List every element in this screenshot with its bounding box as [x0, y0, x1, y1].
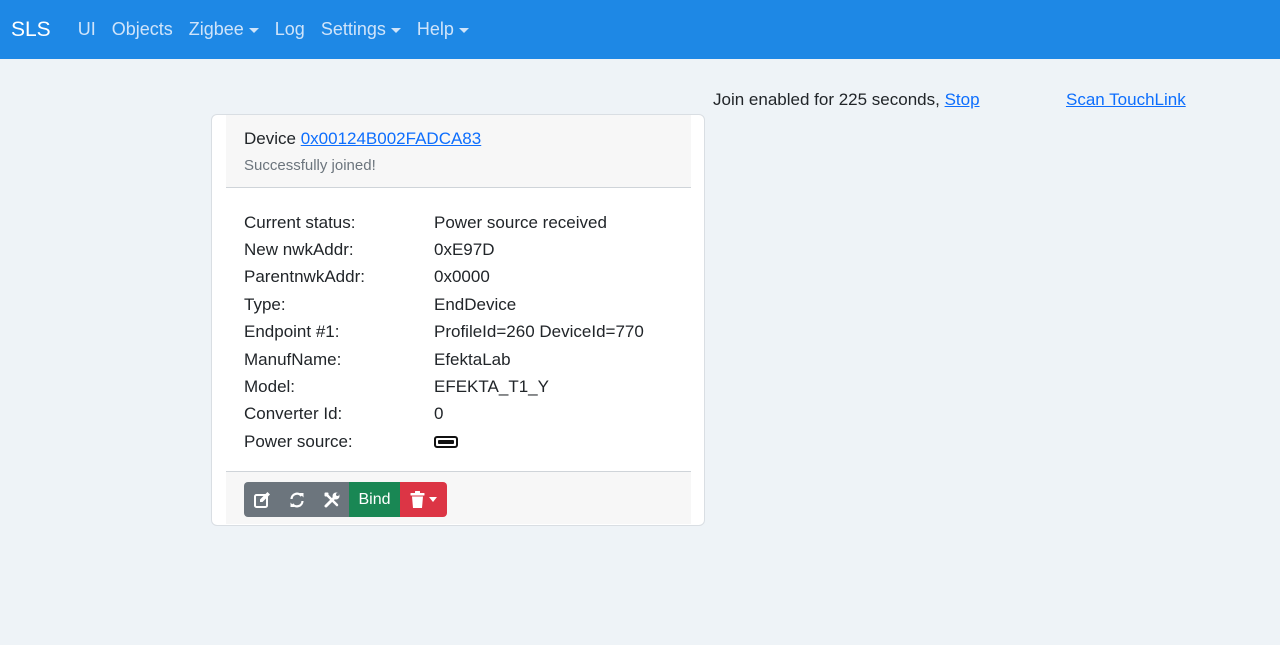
info-row-model: Model: EFEKTA_T1_Y [244, 373, 644, 400]
info-key: ManufName: [244, 349, 342, 369]
device-address-link[interactable]: 0x00124B002FADCA83 [301, 129, 482, 148]
nav-item-help[interactable]: Help [417, 19, 469, 40]
nav-item-label: Zigbee [188, 19, 244, 39]
tools-button[interactable] [314, 482, 349, 517]
device-title: Device 0x00124B002FADCA83 [244, 129, 691, 149]
refresh-button[interactable] [279, 482, 314, 517]
info-row-converter-id: Converter Id: 0 [244, 401, 644, 428]
info-row-current-status: Current status: Power source received [244, 209, 644, 236]
info-key: Converter Id: [244, 404, 343, 424]
caret-down-icon [248, 28, 259, 33]
info-value: 0 [434, 404, 444, 424]
stop-join-link[interactable]: Stop [945, 90, 980, 109]
info-value: 0xE97D [434, 240, 495, 260]
edit-button[interactable] [244, 482, 279, 517]
device-action-buttons: Bind [244, 482, 447, 517]
caret-down-icon [390, 28, 401, 33]
refresh-icon [289, 492, 304, 507]
info-value: EFEKTA_T1_Y [434, 377, 549, 397]
scan-touchlink-link[interactable]: Scan TouchLink [1066, 90, 1186, 110]
device-card: Device 0x00124B002FADCA83 Successfully j… [211, 114, 705, 526]
card-footer: Bind [226, 471, 691, 524]
nav-item-settings[interactable]: Settings [321, 19, 401, 40]
info-key: Model: [244, 377, 296, 397]
info-row-endpoint: Endpoint #1: ProfileId=260 DeviceId=770 [244, 319, 644, 346]
info-value: 0x0000 [434, 267, 490, 287]
nav-item-zigbee[interactable]: Zigbee [189, 19, 259, 40]
card-header: Device 0x00124B002FADCA83 Successfully j… [226, 115, 691, 188]
caret-down-icon [458, 28, 469, 33]
info-row-parent-nwkaddr: ParentnwkAddr: 0x0000 [244, 264, 644, 291]
status-message: Successfully joined! [244, 157, 376, 174]
edit-icon [253, 491, 270, 508]
nav-item-label: Log [274, 19, 305, 39]
info-value: Power source received [434, 212, 607, 232]
tools-icon [324, 492, 339, 507]
delete-dropdown-button[interactable] [400, 482, 447, 517]
info-row-nwkaddr: New nwkAddr: 0xE97D [244, 236, 644, 263]
info-value: EfektaLab [434, 349, 511, 369]
nav-item-label: Objects [111, 19, 173, 39]
bind-button[interactable]: Bind [349, 482, 400, 517]
info-row-type: Type: EndDevice [244, 291, 644, 318]
info-key: Power source: [244, 431, 353, 451]
trash-icon [410, 491, 425, 508]
join-status: Join enabled for 225 seconds, Stop [713, 90, 980, 110]
info-key: Current status: [244, 212, 356, 232]
info-row-manufname: ManufName: EfektaLab [244, 346, 644, 373]
nav-item-ui[interactable]: UI [78, 19, 96, 40]
top-navbar: SLS UI Objects Zigbee Log Settings Help [0, 0, 1280, 59]
info-key: New nwkAddr: [244, 240, 354, 260]
info-value: ProfileId=260 DeviceId=770 [434, 322, 644, 342]
brand-logo[interactable]: SLS [11, 18, 51, 42]
battery-icon [434, 435, 458, 448]
nav-item-label: Help [416, 19, 454, 39]
info-key: Type: [244, 294, 286, 314]
join-status-text: Join enabled for 225 seconds, [713, 90, 940, 109]
device-prefix: Device [244, 129, 296, 148]
device-info-table: Current status: Power source received Ne… [244, 209, 644, 456]
nav-item-log[interactable]: Log [275, 19, 305, 40]
nav-item-objects[interactable]: Objects [112, 19, 173, 40]
info-key: ParentnwkAddr: [244, 267, 365, 287]
info-row-power-source: Power source: [244, 428, 644, 455]
nav-item-label: Settings [320, 19, 386, 39]
nav-item-label: UI [77, 19, 96, 39]
caret-down-icon [429, 497, 437, 502]
info-key: Endpoint #1: [244, 322, 340, 342]
info-value: EndDevice [434, 294, 517, 314]
